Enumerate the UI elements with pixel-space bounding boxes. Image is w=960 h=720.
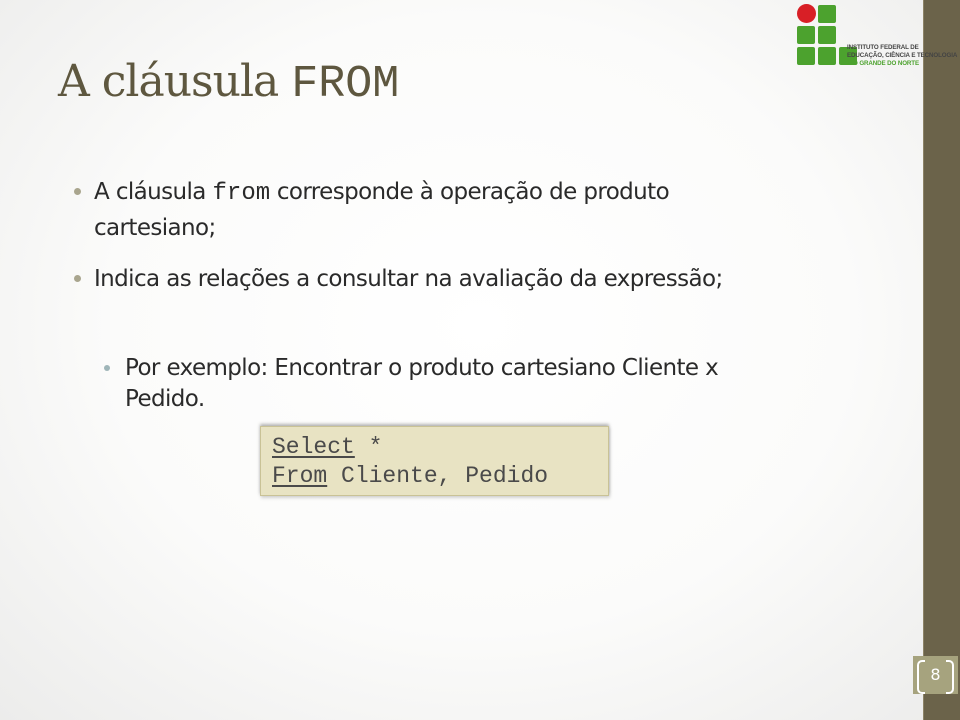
title-code: FROM [291,59,400,110]
page-number-badge: 8 [913,656,958,694]
logo-square-icon [797,26,815,44]
slide-title: A cláusula FROM [58,56,399,110]
code-keyword-from: From [272,463,328,489]
bullet-dot-icon [74,275,81,282]
logo-text-line3: RIO GRANDE DO NORTE [847,60,920,67]
decorative-sidebar [924,0,960,720]
sub-bullet-line1: Por exemplo: Encontrar o produto cartesi… [125,355,719,381]
logo-text-line2: EDUCAÇÃO, CIÊNCIA E TECNOLOGIA [847,52,958,59]
code-line1-rest: * [354,434,383,460]
code-line-1: Select * [272,434,382,460]
logo-square-icon [797,47,815,65]
sub-bullet-dot-icon [104,365,110,371]
sql-code-box: Select * From Cliente, Pedido [260,426,609,496]
logo-text-line1: INSTITUTO FEDERAL DE [847,44,919,51]
code-line2-rest: Cliente, Pedido [327,463,549,489]
bullet-text-prefix: A cláusula [94,179,213,205]
bullet-item: Indica as relações a consultar na avalia… [74,262,894,296]
sub-bullet-item: Por exemplo: Encontrar o produto cartesi… [104,353,885,415]
code-line-2: From Cliente, Pedido [272,463,548,489]
bullet-text-continuation: cartesiano; [94,215,216,241]
bullet-text-suffix: corresponde à operação de produto [270,179,670,205]
logo-square-icon [818,26,836,44]
logo-square-icon [818,5,836,23]
sub-bullet-line2: Pedido. [125,386,205,412]
bullet-item: A cláusula from corresponde à operação d… [74,175,854,245]
bullet-dot-icon [74,188,81,195]
title-text: A cláusula [58,56,292,107]
logo-red-circle-icon [797,4,816,23]
institution-logo: INSTITUTO FEDERAL DE EDUCAÇÃO, CIÊNCIA E… [797,4,960,70]
page-number: 8 [930,665,941,684]
code-keyword-select: Select [272,434,355,460]
logo-square-icon [818,47,836,65]
sidebar-edge [923,0,924,720]
bullet-text: Indica as relações a consultar na avalia… [94,266,723,292]
bullet-code: from [212,180,271,207]
